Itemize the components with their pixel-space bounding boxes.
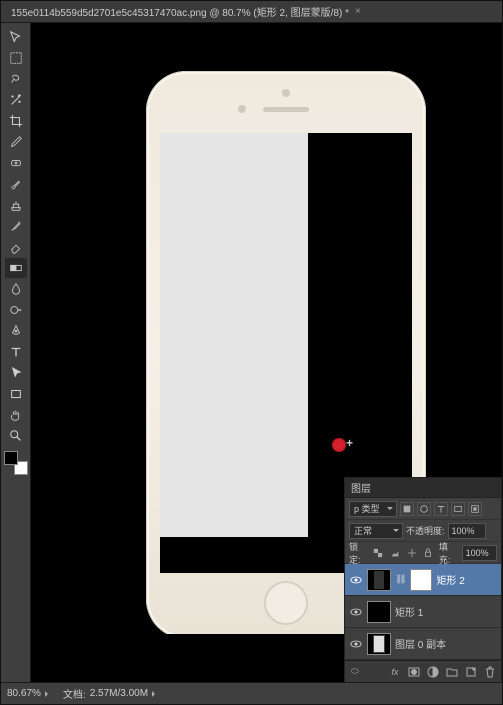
- lock-fill-row: 锁定: 填充: 100%: [345, 542, 501, 564]
- color-swatches[interactable]: [4, 451, 28, 475]
- clone-stamp-tool[interactable]: [5, 195, 27, 215]
- rectangle-tool[interactable]: [5, 384, 27, 404]
- gradient-tool[interactable]: [5, 258, 27, 278]
- type-tool[interactable]: [5, 342, 27, 362]
- filter-shape-icon[interactable]: [451, 502, 465, 516]
- phone-camera: [282, 89, 290, 97]
- path-selection-tool[interactable]: [5, 363, 27, 383]
- document-tab-bar: 155e0114b559d5d2701e5c45317470ac.png @ 8…: [1, 1, 502, 23]
- layer-name: 矩形 1: [395, 604, 423, 619]
- opacity-label: 不透明度:: [406, 524, 445, 537]
- opacity-field[interactable]: 100%: [448, 523, 486, 539]
- visibility-icon[interactable]: [349, 637, 363, 651]
- layer-thumbnail[interactable]: [367, 633, 391, 655]
- visibility-icon[interactable]: [349, 573, 363, 587]
- layers-footer: ⬭ fx: [345, 660, 501, 682]
- layer-list: ⛓ 矩形 2 矩形 1 图层 0 副本: [345, 564, 501, 660]
- layer-thumbnail[interactable]: [367, 569, 391, 591]
- filter-type-icon[interactable]: [434, 502, 448, 516]
- blur-tool[interactable]: [5, 279, 27, 299]
- visibility-icon[interactable]: [349, 605, 363, 619]
- lock-position-icon[interactable]: [405, 546, 418, 560]
- content-area: + 图层 p 类型 正常: [1, 23, 502, 682]
- layer-name: 图层 0 副本: [395, 636, 446, 651]
- layers-tab[interactable]: 图层: [351, 480, 371, 495]
- fill-field[interactable]: 100%: [462, 545, 497, 561]
- magic-wand-tool[interactable]: [5, 90, 27, 110]
- document-tab[interactable]: 155e0114b559d5d2701e5c45317470ac.png @ 8…: [5, 4, 367, 19]
- lasso-tool[interactable]: [5, 69, 27, 89]
- layer-thumbnail[interactable]: [367, 601, 391, 623]
- eraser-tool[interactable]: [5, 237, 27, 257]
- doc-info[interactable]: 文档: 2.57M/3.00M: [63, 686, 158, 701]
- lock-all-icon[interactable]: [422, 546, 435, 560]
- pen-tool[interactable]: [5, 321, 27, 341]
- filter-smart-icon[interactable]: [468, 502, 482, 516]
- link-layers-icon[interactable]: ⬭: [351, 666, 359, 677]
- foreground-color[interactable]: [4, 451, 18, 465]
- marquee-tool[interactable]: [5, 48, 27, 68]
- doc-value: 2.57M/3.00M: [90, 688, 148, 699]
- blend-opacity-row: 正常 不透明度: 100%: [345, 520, 501, 542]
- lock-transparent-icon[interactable]: [372, 546, 385, 560]
- tools-panel: [1, 23, 31, 682]
- doc-label: 文档:: [63, 686, 86, 701]
- cursor-marker: [332, 438, 346, 452]
- layer-item-bgcopy[interactable]: 图层 0 副本: [345, 628, 501, 660]
- zoom-field[interactable]: 80.67%: [7, 688, 51, 699]
- blend-mode-dropdown[interactable]: 正常: [349, 523, 403, 539]
- layer-name: 矩形 2: [436, 572, 464, 587]
- photoshop-window: 155e0114b559d5d2701e5c45317470ac.png @ 8…: [0, 0, 503, 705]
- link-icon: ⛓: [395, 574, 406, 585]
- eyedropper-tool[interactable]: [5, 132, 27, 152]
- mask-button[interactable]: [405, 663, 423, 681]
- phone-earpiece: [263, 107, 309, 112]
- panel-tab-bar: 图层: [345, 478, 501, 498]
- new-layer-button[interactable]: [462, 663, 480, 681]
- filter-adjust-icon[interactable]: [417, 502, 431, 516]
- lock-image-icon[interactable]: [389, 546, 402, 560]
- layer-item-rect2[interactable]: ⛓ 矩形 2: [345, 564, 501, 596]
- close-icon[interactable]: ×: [355, 6, 361, 17]
- layer-filter-row: p 类型: [345, 498, 501, 520]
- phone-home-button: [264, 581, 308, 625]
- filter-pixel-icon[interactable]: [400, 502, 414, 516]
- crosshair-icon: +: [346, 436, 353, 450]
- lock-label: 锁定:: [349, 540, 368, 566]
- filter-type-dropdown[interactable]: p 类型: [349, 501, 397, 517]
- zoom-tool[interactable]: [5, 426, 27, 446]
- fx-button[interactable]: fx: [386, 663, 404, 681]
- fill-label: 填充:: [439, 540, 458, 566]
- history-brush-tool[interactable]: [5, 216, 27, 236]
- layer-item-rect1[interactable]: 矩形 1: [345, 596, 501, 628]
- move-tool[interactable]: [5, 27, 27, 47]
- status-bar: 80.67% 文档: 2.57M/3.00M: [1, 682, 502, 704]
- crop-tool[interactable]: [5, 111, 27, 131]
- group-button[interactable]: [443, 663, 461, 681]
- layers-panel: 图层 p 类型 正常 不透明度: 100% 锁定:: [344, 477, 502, 682]
- hand-tool[interactable]: [5, 405, 27, 425]
- adjustment-button[interactable]: [424, 663, 442, 681]
- white-rectangle: [160, 133, 308, 537]
- dodge-tool[interactable]: [5, 300, 27, 320]
- brush-tool[interactable]: [5, 174, 27, 194]
- mask-thumbnail[interactable]: [410, 569, 432, 591]
- phone-sensor: [238, 105, 246, 113]
- healing-brush-tool[interactable]: [5, 153, 27, 173]
- tab-title: 155e0114b559d5d2701e5c45317470ac.png @ 8…: [11, 4, 349, 19]
- canvas-area[interactable]: + 图层 p 类型 正常: [31, 23, 502, 682]
- delete-button[interactable]: [481, 663, 499, 681]
